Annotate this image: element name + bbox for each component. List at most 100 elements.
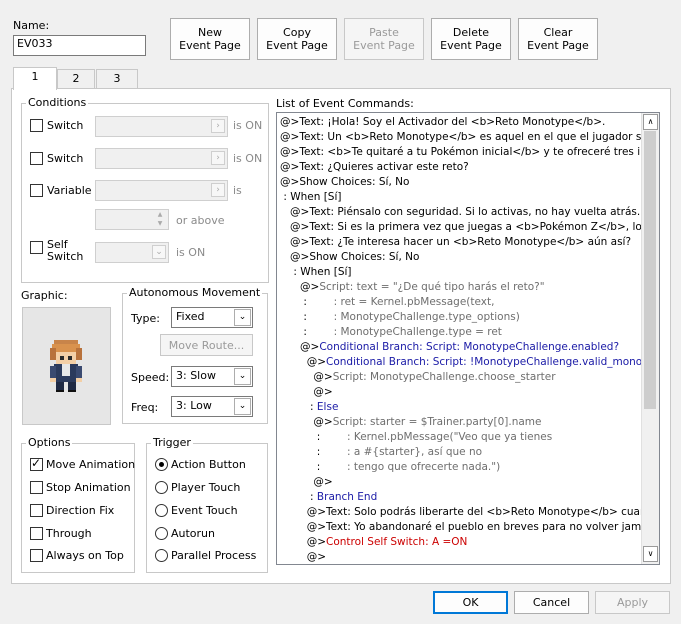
- self-switch-checkbox[interactable]: [30, 241, 43, 254]
- command-line[interactable]: : When [Sí]: [280, 265, 351, 280]
- command-text: Else: [316, 401, 339, 413]
- type-select[interactable]: Fixed ⌄: [171, 307, 253, 328]
- command-line[interactable]: @>Show Choices: Sí, No: [280, 175, 409, 190]
- command-line[interactable]: @>Text: ¡Hola! Soy el Activador del <b>R…: [280, 115, 605, 130]
- command-line[interactable]: : : a #{starter}, así que no: [280, 445, 482, 460]
- copy-event-page-button[interactable]: Copy Event Page: [257, 18, 337, 60]
- command-text: Text: Si es la primera vez que juegas a …: [309, 221, 660, 233]
- scroll-thumb[interactable]: [644, 131, 656, 409]
- command-line[interactable]: @>Show Choices: Sí, No: [280, 250, 419, 265]
- variable-checkbox[interactable]: [30, 184, 43, 197]
- command-text: : ret = Kernel.pbMessage(text,: [333, 296, 495, 308]
- variable-field[interactable]: ›: [95, 180, 228, 201]
- command-line[interactable]: : Branch End: [280, 490, 377, 505]
- character-sprite-icon: [50, 340, 82, 392]
- command-line[interactable]: @>Text: ¿Quieres activar este reto?: [280, 160, 469, 175]
- command-line[interactable]: @>Text: ¿Te interesa hacer un <b>Reto Mo…: [280, 235, 631, 250]
- command-prefix: :: [280, 311, 334, 323]
- command-line[interactable]: @>Text: Yo abandonaré el pueblo en breve…: [280, 520, 657, 535]
- command-line[interactable]: @>: [280, 550, 326, 564]
- direction-fix-checkbox[interactable]: [30, 504, 43, 517]
- switch2-field[interactable]: ›: [95, 148, 228, 169]
- player-touch-radio[interactable]: [155, 481, 168, 494]
- command-text: Text: ¿Te interesa hacer un <b>Reto Mono…: [309, 236, 632, 248]
- command-prefix: :: [280, 446, 347, 458]
- command-prefix: :: [280, 461, 347, 473]
- self-switch-select[interactable]: ⌄: [95, 242, 169, 263]
- command-line[interactable]: @>Script: MonotypeChallenge.choose_start…: [280, 370, 555, 385]
- paste-event-page-label-2: Event Page: [353, 39, 415, 52]
- scroll-down-icon[interactable]: ∨: [643, 546, 658, 562]
- paste-event-page-label-1: Paste: [369, 26, 399, 39]
- command-prefix: @>: [280, 131, 300, 143]
- action-button-radio[interactable]: [155, 458, 168, 471]
- command-line[interactable]: @>Conditional Branch: Script: MonotypeCh…: [280, 340, 619, 355]
- ok-button[interactable]: OK: [433, 591, 508, 614]
- command-line[interactable]: : : tengo que ofrecerte nada."): [280, 460, 500, 475]
- switch2-label: Switch: [47, 152, 84, 165]
- move-route-button[interactable]: Move Route...: [160, 334, 253, 356]
- command-prefix: @>: [280, 206, 310, 218]
- autonomous-title: Autonomous Movement: [127, 286, 263, 299]
- chevron-right-icon: ›: [211, 119, 225, 133]
- stop-animation-checkbox[interactable]: [30, 481, 43, 494]
- apply-button[interactable]: Apply: [595, 591, 670, 614]
- freq-select[interactable]: 3: Low ⌄: [171, 396, 253, 417]
- command-text: Text: ¿Quieres activar este reto?: [299, 161, 469, 173]
- command-line[interactable]: @>: [280, 475, 333, 490]
- command-line[interactable]: : : Kernel.pbMessage("Veo que ya tienes: [280, 430, 553, 445]
- autorun-radio[interactable]: [155, 527, 168, 540]
- command-line[interactable]: @>Text: Piénsalo con seguridad. Si lo ac…: [280, 205, 640, 220]
- switch1-checkbox[interactable]: [30, 119, 43, 132]
- tab-page-3[interactable]: 3: [96, 69, 138, 89]
- command-line[interactable]: : When [Sí]: [280, 190, 341, 205]
- command-line[interactable]: @>Script: text = "¿De qué tipo harás el …: [280, 280, 545, 295]
- through-checkbox[interactable]: [30, 527, 43, 540]
- variable-label: Variable: [47, 184, 92, 197]
- command-line[interactable]: : : MonotypeChallenge.type = ret: [280, 325, 502, 340]
- move-animation-checkbox[interactable]: [30, 456, 43, 471]
- graphic-preview[interactable]: [22, 307, 111, 425]
- command-prefix: :: [280, 491, 317, 503]
- command-line[interactable]: @>Control Self Switch: A =ON: [280, 535, 468, 550]
- command-line[interactable]: @>Text: Si es la primera vez que juegas …: [280, 220, 660, 235]
- delete-event-page-button[interactable]: Delete Event Page: [431, 18, 511, 60]
- chevron-right-icon: ›: [211, 183, 225, 197]
- command-prefix: @>: [280, 536, 326, 548]
- command-line[interactable]: @>Text: Un <b>Reto Monotype</b> es aquel…: [280, 130, 659, 145]
- always-on-top-checkbox[interactable]: [30, 549, 43, 562]
- command-line[interactable]: @>Script: starter = $Trainer.party[0].na…: [280, 415, 541, 430]
- name-field[interactable]: EV033: [13, 35, 146, 56]
- command-text: Text: <b>Te quitaré a tu Pokémon inicial…: [299, 146, 660, 158]
- always-on-top-label: Always on Top: [46, 549, 124, 562]
- command-line[interactable]: : : ret = Kernel.pbMessage(text,: [280, 295, 494, 310]
- switch1-suffix: is ON: [233, 119, 263, 132]
- commands-scrollbar[interactable]: ∧ ∨: [641, 113, 659, 564]
- event-touch-radio[interactable]: [155, 504, 168, 517]
- parallel-process-radio[interactable]: [155, 549, 168, 562]
- clear-event-page-button[interactable]: Clear Event Page: [518, 18, 598, 60]
- copy-event-page-label-2: Event Page: [266, 39, 328, 52]
- scroll-up-icon[interactable]: ∧: [643, 114, 658, 130]
- command-prefix: @>: [280, 251, 310, 263]
- speed-select[interactable]: 3: Slow ⌄: [171, 366, 253, 387]
- paste-event-page-button[interactable]: Paste Event Page: [344, 18, 424, 60]
- cancel-button[interactable]: Cancel: [514, 591, 589, 614]
- command-line[interactable]: @>Text: <b>Te quitaré a tu Pokémon inici…: [280, 145, 660, 160]
- switch1-field[interactable]: ›: [95, 116, 228, 137]
- command-prefix: :: [280, 401, 317, 413]
- tab-page-1[interactable]: 1: [13, 67, 57, 90]
- switch2-checkbox[interactable]: [30, 152, 43, 165]
- tab-page-2[interactable]: 2: [57, 69, 95, 89]
- command-line[interactable]: @>Conditional Branch: Script: !MonotypeC…: [280, 355, 659, 370]
- event-commands-list[interactable]: @>Text: ¡Hola! Soy el Activador del <b>R…: [276, 112, 660, 565]
- through-label: Through: [46, 527, 92, 540]
- command-line[interactable]: : Else: [280, 400, 338, 415]
- command-line[interactable]: @>Text: Solo podrás liberarte del <b>Ret…: [280, 505, 659, 520]
- command-prefix: @>: [280, 476, 333, 488]
- variable-suffix: is: [233, 184, 242, 197]
- command-line[interactable]: @>: [280, 385, 332, 400]
- variable-value-spinner[interactable]: ▲ ▼: [95, 209, 169, 230]
- command-line[interactable]: : : MonotypeChallenge.type_options): [280, 310, 519, 325]
- new-event-page-button[interactable]: New Event Page: [170, 18, 250, 60]
